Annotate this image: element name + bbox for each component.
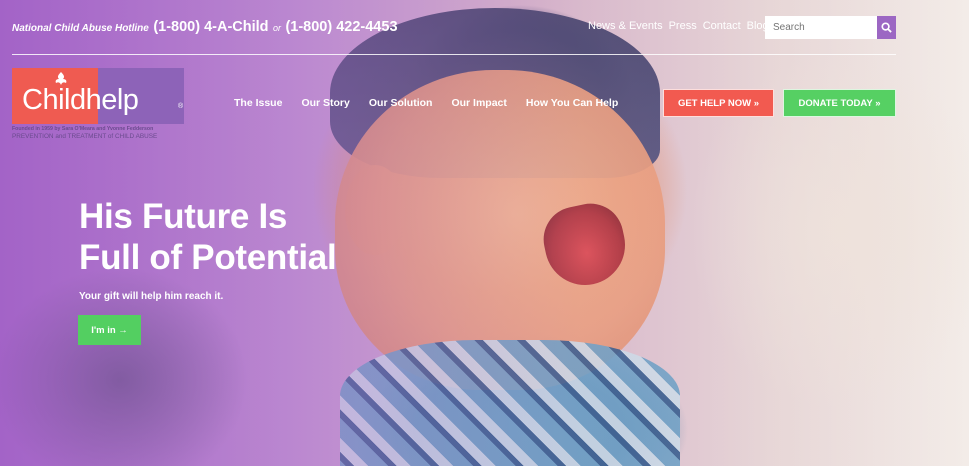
hotline-or: or — [272, 23, 281, 33]
donate-today-button[interactable]: DONATE TODAY » — [783, 89, 896, 117]
nav-item-our-story[interactable]: Our Story — [301, 97, 349, 109]
top-bar: National Child Abuse Hotline (1-800) 4-A… — [0, 0, 969, 54]
search-icon — [881, 22, 892, 33]
hotline: National Child Abuse Hotline (1-800) 4-A… — [12, 18, 398, 36]
link-press[interactable]: Press — [669, 20, 697, 32]
logo-registered-mark: ® — [178, 103, 184, 110]
logo-founded-line: Founded in 1959 by Sara O'Meara and Yvon… — [12, 126, 154, 132]
logo-wordmark: Childhelp — [22, 84, 139, 116]
hotline-number-secondary[interactable]: (1-800) 422-4453 — [285, 19, 397, 35]
logo-tagline: PREVENTION and TREATMENT of CHILD ABUSE — [12, 133, 158, 140]
utility-links: News & Events Press Contact Blog — [588, 20, 769, 32]
get-help-now-button[interactable]: GET HELP NOW » — [663, 89, 774, 117]
link-news-events[interactable]: News & Events — [588, 20, 663, 32]
im-in-button[interactable]: I'm in → — [78, 315, 141, 345]
page: National Child Abuse Hotline (1-800) 4-A… — [0, 0, 969, 466]
hero-headline-line-2: Full of Potential — [79, 238, 337, 277]
search-button[interactable] — [877, 16, 896, 39]
link-contact[interactable]: Contact — [703, 20, 741, 32]
nav-item-our-impact[interactable]: Our Impact — [451, 97, 506, 109]
hero-headline-line-1: His Future Is — [79, 197, 288, 236]
childhelp-logo[interactable]: Childhelp ® Founded in 1959 by Sara O'Me… — [12, 68, 184, 140]
search-input[interactable] — [765, 16, 877, 39]
hero-headline: His Future Is Full of Potential — [79, 196, 337, 278]
nav-item-our-solution[interactable]: Our Solution — [369, 97, 433, 109]
hotline-label: National Child Abuse Hotline — [12, 23, 149, 34]
hotline-number-primary[interactable]: (1-800) 4-A-Child — [153, 19, 268, 35]
nav-item-the-issue[interactable]: The Issue — [234, 97, 282, 109]
nav-item-how-you-can-help[interactable]: How You Can Help — [526, 97, 618, 109]
hero-subtext: Your gift will help him reach it. — [79, 291, 224, 302]
header-divider — [12, 54, 896, 55]
main-nav: The Issue Our Story Our Solution Our Imp… — [234, 97, 618, 109]
